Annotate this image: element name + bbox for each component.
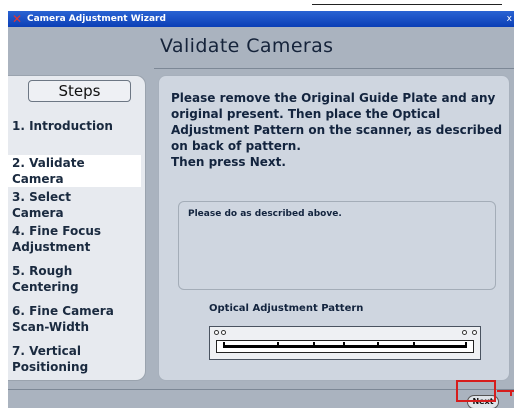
pattern-dot-icon (472, 330, 477, 335)
title-bar[interactable]: ✕ Camera Adjustment Wizard x (8, 11, 514, 27)
pattern-dot-icon (214, 330, 219, 335)
step-item-4[interactable]: 4. Fine Focus Adjustment (8, 223, 141, 255)
desktop-top-line (312, 4, 502, 5)
step-item-2[interactable]: 2. Validate Camera (8, 155, 141, 187)
step-item-5[interactable]: 5. Rough Centering (8, 263, 141, 295)
step-item-6[interactable]: 6. Fine Camera Scan-Width (8, 303, 141, 335)
page-title: Validate Cameras (160, 35, 334, 57)
pattern-tick (465, 342, 467, 348)
pattern-tape (216, 340, 474, 353)
steps-header: Steps (28, 80, 131, 102)
pattern-bar (223, 345, 467, 348)
step-item-7[interactable]: 7. Vertical Positioning (8, 343, 141, 375)
footer-divider (8, 389, 514, 390)
pattern-tick (277, 342, 279, 348)
step-item-3[interactable]: 3. Select Camera (8, 189, 141, 221)
header-divider (154, 68, 514, 69)
instructions-text: Please remove the Original Guide Plate a… (171, 91, 503, 169)
close-icon[interactable]: x (507, 13, 512, 25)
main-panel: Please remove the Original Guide Plate a… (158, 75, 510, 381)
pattern-label: Optical Adjustment Pattern (209, 303, 364, 314)
pattern-tick (223, 342, 225, 348)
pattern-dot-icon (462, 330, 467, 335)
wizard-window: ✕ Camera Adjustment Wizard x Validate Ca… (8, 11, 514, 408)
steps-sidebar: Steps 1. Introduction 2. Validate Camera 3… (8, 75, 146, 381)
pattern-tick (377, 342, 379, 348)
optical-pattern-image (209, 326, 481, 360)
highlight-pointer-stub (510, 390, 512, 396)
step-item-1[interactable]: 1. Introduction (8, 118, 141, 134)
pattern-tick (413, 342, 415, 348)
next-button-highlight (456, 380, 496, 402)
wizard-x-icon: ✕ (12, 12, 23, 26)
status-box: Please do as described above. (178, 201, 496, 290)
pattern-tick (313, 342, 315, 348)
pattern-dot-icon (221, 330, 226, 335)
status-text: Please do as described above. (188, 209, 342, 219)
window-title: Camera Adjustment Wizard (27, 14, 166, 24)
pattern-tick (343, 342, 345, 348)
